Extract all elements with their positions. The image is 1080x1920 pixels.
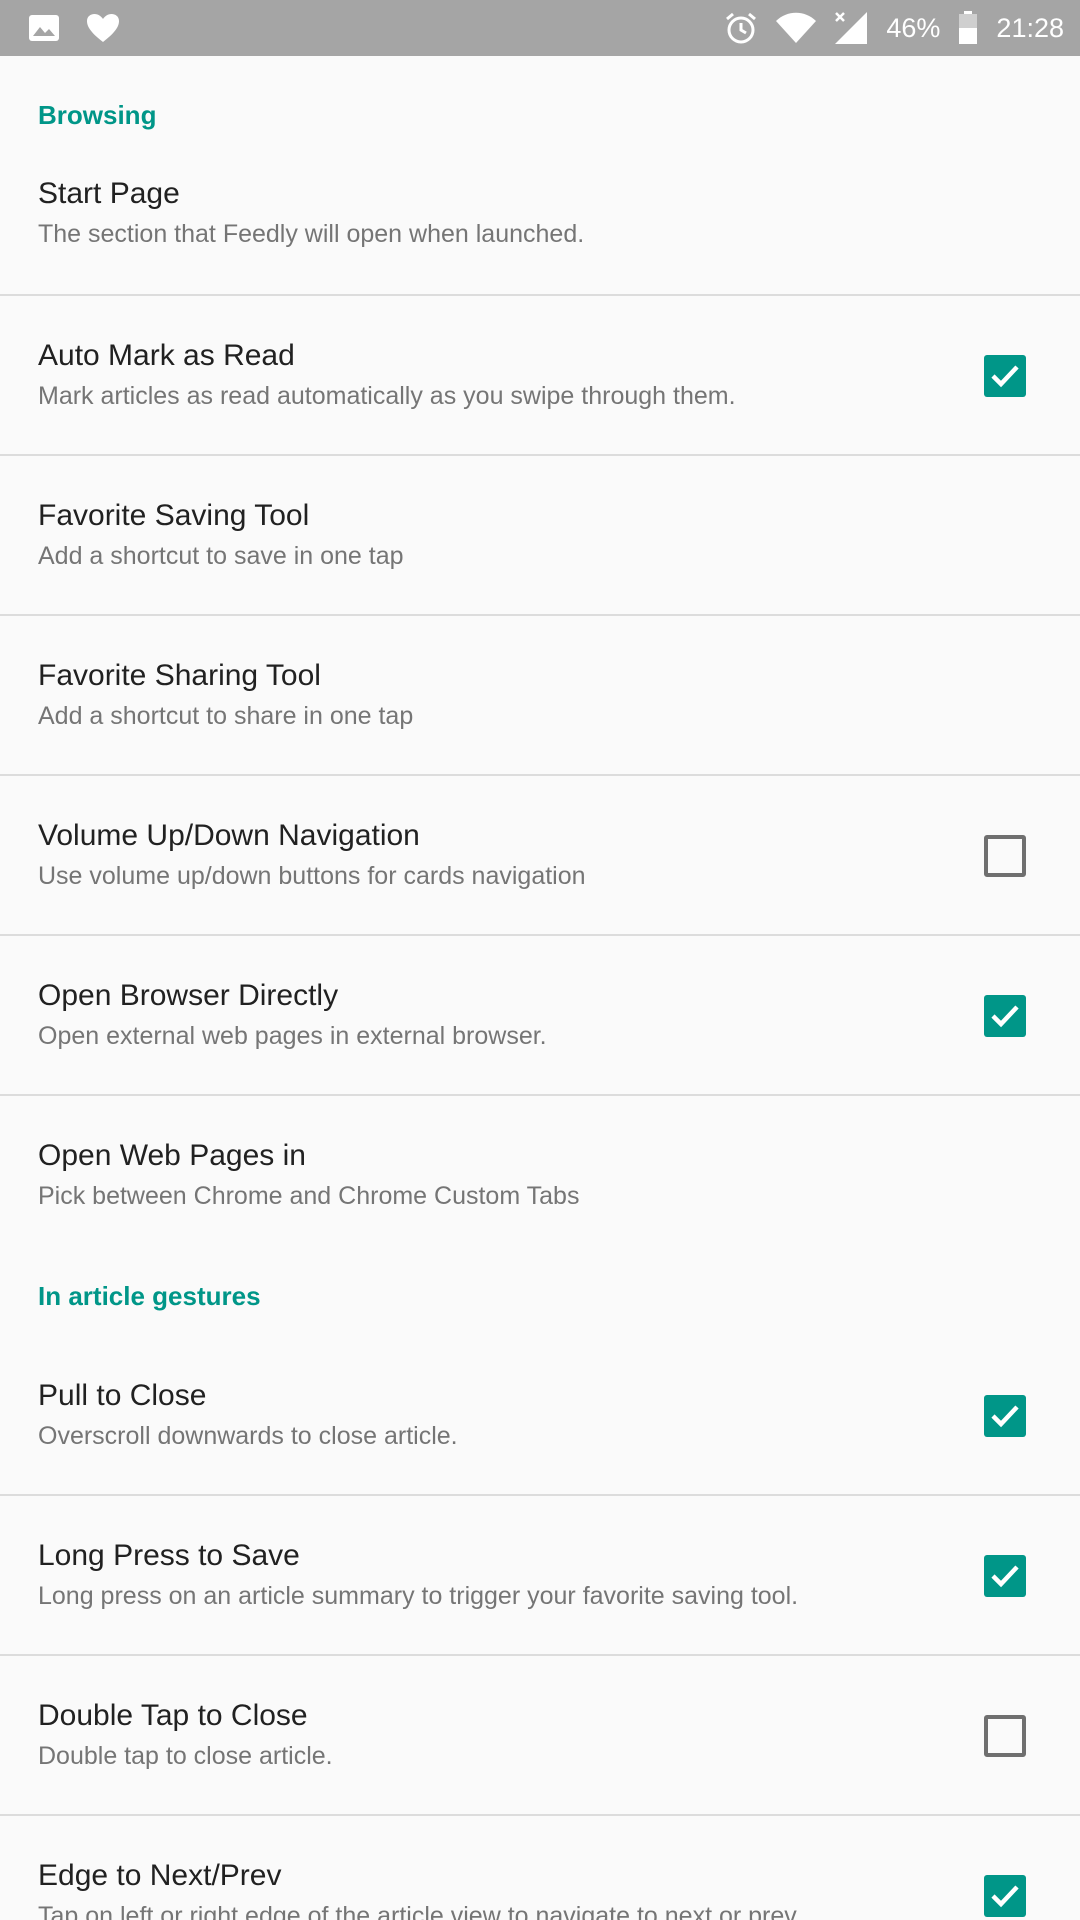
checkmark-icon bbox=[991, 1405, 1019, 1428]
pref-pull-to-close[interactable]: Pull to Close Overscroll downwards to cl… bbox=[0, 1336, 1080, 1496]
pref-title: Pull to Close bbox=[38, 1379, 207, 1412]
pref-summary: Double tap to close article. bbox=[38, 1742, 333, 1770]
pref-start-page[interactable]: Start Page The section that Feedly will … bbox=[0, 174, 1080, 296]
signal-icon bbox=[834, 11, 868, 45]
pref-title: Long Press to Save bbox=[38, 1539, 300, 1572]
pref-open-web-pages-in[interactable]: Open Web Pages in Pick between Chrome an… bbox=[0, 1096, 1080, 1256]
pref-open-browser-directly[interactable]: Open Browser Directly Open external web … bbox=[0, 936, 1080, 1096]
pref-summary: Tap on left or right edge of the article… bbox=[38, 1902, 797, 1920]
pref-favorite-saving-tool[interactable]: Favorite Saving Tool Add a shortcut to s… bbox=[0, 456, 1080, 616]
wifi-icon bbox=[776, 12, 817, 44]
battery-percent: 46% bbox=[886, 12, 941, 43]
pref-title: Open Web Pages in bbox=[38, 1139, 306, 1172]
pref-volume-navigation[interactable]: Volume Up/Down Navigation Use volume up/… bbox=[0, 776, 1080, 936]
image-icon bbox=[28, 14, 60, 42]
pref-summary: Use volume up/down buttons for cards nav… bbox=[38, 862, 586, 890]
long-press-to-save-checkbox[interactable] bbox=[984, 1555, 1026, 1597]
pref-title: Favorite Sharing Tool bbox=[38, 659, 321, 692]
pref-edge-to-next-prev[interactable]: Edge to Next/Prev Tap on left or right e… bbox=[0, 1816, 1080, 1920]
pref-auto-mark-as-read[interactable]: Auto Mark as Read Mark articles as read … bbox=[0, 296, 1080, 456]
checkmark-icon bbox=[991, 365, 1019, 388]
pref-summary: The section that Feedly will open when l… bbox=[38, 220, 585, 248]
open-browser-directly-checkbox[interactable] bbox=[984, 995, 1026, 1037]
pref-title: Volume Up/Down Navigation bbox=[38, 819, 420, 852]
battery-icon bbox=[958, 11, 978, 45]
settings-list: Browsing Start Page The section that Fee… bbox=[0, 56, 1080, 1920]
checkmark-icon bbox=[991, 1005, 1019, 1028]
section-header-in-article-gestures: In article gestures bbox=[38, 1280, 261, 1311]
pref-title: Edge to Next/Prev bbox=[38, 1859, 282, 1892]
pref-long-press-to-save[interactable]: Long Press to Save Long press on an arti… bbox=[0, 1496, 1080, 1656]
pull-to-close-checkbox[interactable] bbox=[984, 1395, 1026, 1437]
pref-title: Auto Mark as Read bbox=[38, 339, 295, 372]
pref-summary: Pick between Chrome and Chrome Custom Ta… bbox=[38, 1182, 580, 1210]
pref-summary: Open external web pages in external brow… bbox=[38, 1022, 547, 1050]
pref-summary: Add a shortcut to save in one tap bbox=[38, 542, 404, 570]
pref-title: Open Browser Directly bbox=[38, 979, 339, 1012]
status-bar: 46% 21:28 bbox=[0, 0, 1080, 56]
clock: 21:28 bbox=[996, 12, 1064, 43]
heart-icon bbox=[86, 13, 120, 43]
double-tap-to-close-checkbox[interactable] bbox=[984, 1715, 1026, 1757]
section-header-browsing: Browsing bbox=[38, 99, 157, 130]
alarm-icon bbox=[724, 11, 758, 45]
pref-title: Favorite Saving Tool bbox=[38, 499, 310, 532]
edge-to-next-prev-checkbox[interactable] bbox=[984, 1875, 1026, 1917]
pref-double-tap-to-close[interactable]: Double Tap to Close Double tap to close … bbox=[0, 1656, 1080, 1816]
pref-title: Double Tap to Close bbox=[38, 1699, 308, 1732]
pref-summary: Long press on an article summary to trig… bbox=[38, 1582, 799, 1610]
auto-mark-as-read-checkbox[interactable] bbox=[984, 355, 1026, 397]
pref-title: Start Page bbox=[38, 177, 180, 210]
pref-summary: Overscroll downwards to close article. bbox=[38, 1422, 458, 1450]
checkmark-icon bbox=[991, 1885, 1019, 1908]
pref-summary: Mark articles as read automatically as y… bbox=[38, 382, 736, 410]
volume-navigation-checkbox[interactable] bbox=[984, 835, 1026, 877]
pref-favorite-sharing-tool[interactable]: Favorite Sharing Tool Add a shortcut to … bbox=[0, 616, 1080, 776]
checkmark-icon bbox=[991, 1565, 1019, 1588]
pref-summary: Add a shortcut to share in one tap bbox=[38, 702, 414, 730]
